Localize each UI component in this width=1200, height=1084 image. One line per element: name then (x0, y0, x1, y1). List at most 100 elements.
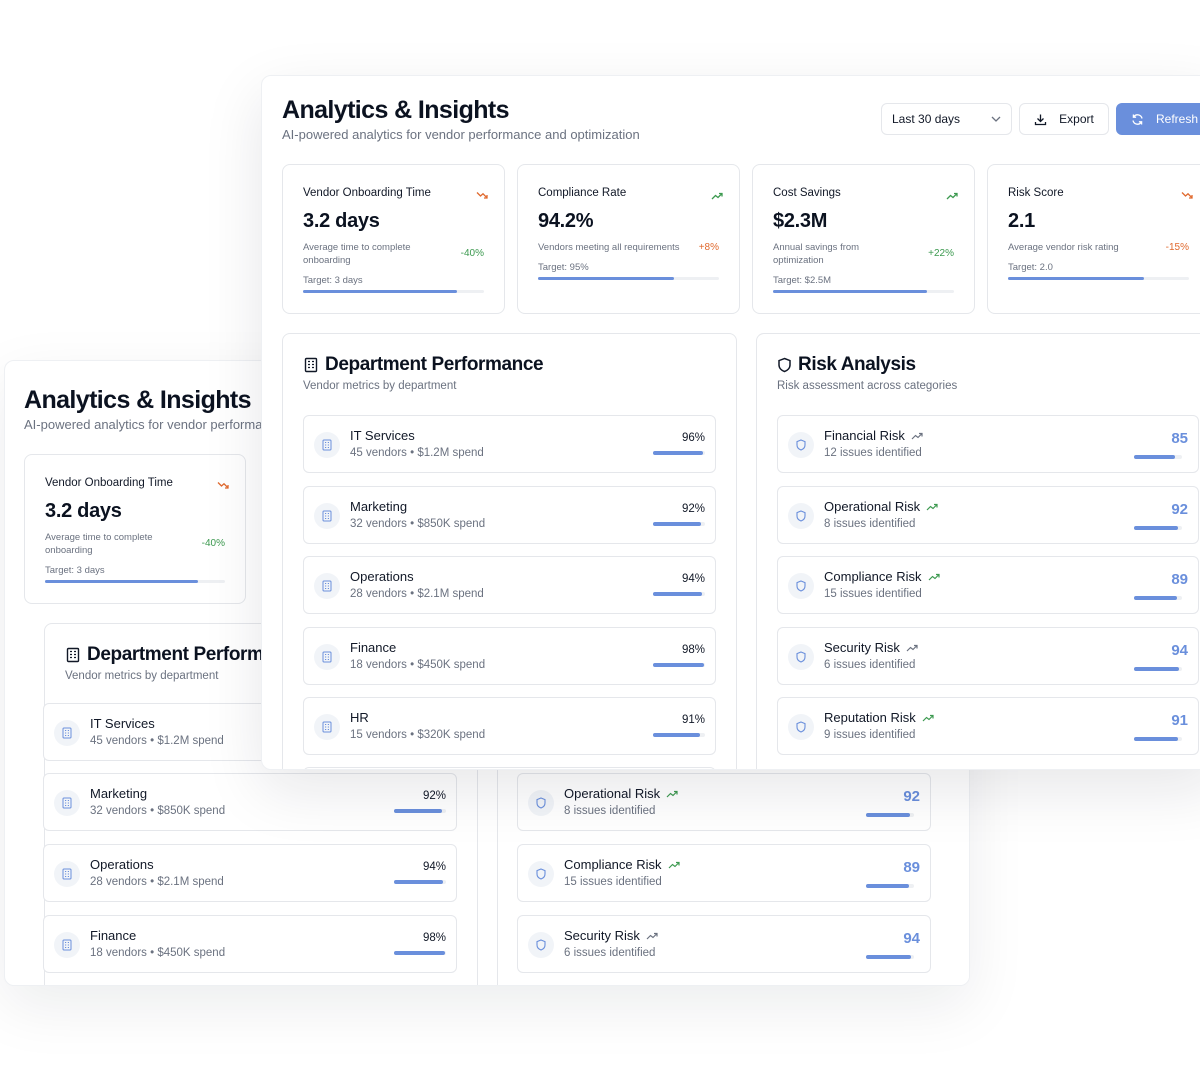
risk-row-compliance[interactable]: Compliance Risk 15 issues identified 89 (777, 556, 1199, 614)
risk-name: Compliance Risk (564, 857, 662, 872)
kpi-value: $2.3M (773, 210, 828, 232)
kpi-description: Average vendor risk rating (1008, 242, 1119, 253)
department-row-finance[interactable]: Finance 18 vendors • $450K spend 98% (303, 627, 716, 685)
risk-score: 94 (903, 930, 920, 947)
risk-row-security[interactable]: Security Risk 6 issues identified 94 (517, 915, 931, 973)
department-meta: 45 vendors • $1.2M spend (90, 735, 224, 747)
department-meta: 28 vendors • $2.1M spend (90, 876, 224, 888)
department-progress-track (394, 880, 446, 884)
risk-row-financial[interactable]: Financial Risk 12 issues identified 85 (777, 415, 1199, 473)
refresh-icon (1131, 113, 1144, 126)
department-percent: 94% (681, 573, 705, 585)
department-progress-fill (653, 522, 701, 526)
trending-down-icon (217, 477, 229, 495)
risk-row-reputation[interactable]: Reputation Risk 9 issues identified 91 (777, 697, 1199, 755)
risk-score: 94 (1171, 642, 1188, 659)
department-row-marketing[interactable]: Marketing 32 vendors • $850K spend 92% (43, 773, 457, 831)
risk-row-operational[interactable]: Operational Risk 8 issues identified 92 (777, 486, 1199, 544)
kpi-progress-fill (1008, 277, 1144, 280)
risk-progress-track (1134, 455, 1182, 459)
trending-up-icon (666, 790, 678, 798)
department-name: Marketing (350, 499, 408, 514)
kpi-progress-fill (773, 290, 927, 293)
department-meta: 32 vendors • $850K spend (90, 805, 226, 817)
header-controls: Last 30 days Export Refresh (881, 103, 1200, 135)
trending-down-icon (476, 187, 488, 205)
risk-row-compliance[interactable]: Compliance Risk 15 issues identified 89 (517, 844, 931, 902)
department-row-operations[interactable]: Operations 28 vendors • $2.1M spend 94% (303, 556, 716, 614)
department-meta: 32 vendors • $850K spend (350, 518, 486, 530)
shield-icon (528, 932, 554, 958)
kpi-card-compliance-rate: Compliance Rate 94.2% Vendors meeting al… (517, 164, 740, 314)
kpi-target: Target: $2.5M (773, 275, 832, 286)
trending-up-icon (646, 932, 658, 940)
risk-progress-track (1134, 667, 1182, 671)
risk-progress-fill (1134, 455, 1175, 459)
kpi-description: Average time to complete onboarding (45, 532, 153, 556)
kpi-title: Risk Score (1008, 187, 1064, 199)
page-subtitle: AI-powered analytics for vendor performa… (282, 127, 640, 142)
building-icon (314, 432, 340, 458)
department-progress-fill (394, 809, 442, 813)
department-percent: 98% (422, 932, 446, 944)
risk-name: Security Risk (824, 640, 900, 655)
kpi-value: 94.2% (538, 210, 594, 232)
trending-up-icon (668, 861, 680, 869)
risk-score: 92 (1171, 501, 1188, 518)
kpi-description: Vendors meeting all requirements (538, 242, 680, 253)
department-row-hr[interactable]: HR 15 vendors • $320K spend 91% (303, 697, 716, 755)
kpi-change: -40% (201, 538, 225, 549)
building-icon (314, 573, 340, 599)
kpi-progress-track (773, 290, 954, 293)
department-meta: 45 vendors • $1.2M spend (350, 447, 484, 459)
risk-progress-fill (1134, 737, 1178, 741)
kpi-target: Target: 3 days (303, 275, 363, 286)
trending-up-icon (906, 644, 918, 652)
risk-name: Reputation Risk (824, 710, 916, 725)
department-name: Marketing (90, 786, 148, 801)
department-name: IT Services (90, 716, 155, 731)
export-button[interactable]: Export (1019, 103, 1109, 135)
shield-icon (788, 503, 814, 529)
kpi-value: 3.2 days (45, 500, 122, 522)
kpi-value: 3.2 days (303, 210, 380, 232)
panel-title: Risk Analysis (798, 354, 916, 375)
risk-name-wrap: Operational Risk (564, 786, 678, 801)
department-progress-fill (653, 663, 704, 667)
kpi-target: Target: 3 days (45, 565, 105, 576)
department-row-it-services[interactable]: IT Services 45 vendors • $1.2M spend 96% (303, 415, 716, 473)
screenshot-stage: Analytics & Insights AI-powered analytic… (0, 0, 1200, 1084)
risk-score: 89 (1171, 571, 1188, 588)
building-icon (54, 720, 80, 746)
kpi-progress-track (303, 290, 484, 293)
refresh-label: Refresh (1156, 112, 1199, 126)
refresh-button[interactable]: Refresh (1116, 103, 1200, 135)
department-meta: 15 vendors • $320K spend (350, 729, 486, 741)
department-row-operations[interactable]: Operations 28 vendors • $2.1M spend 94% (43, 844, 457, 902)
shield-icon (788, 432, 814, 458)
department-row-finance[interactable]: Finance 18 vendors • $450K spend 98% (43, 915, 457, 973)
department-percent: 96% (681, 432, 705, 444)
risk-progress-track (1134, 526, 1182, 530)
risk-name-wrap: Security Risk (564, 928, 658, 943)
risk-row-security[interactable]: Security Risk 6 issues identified 94 (777, 627, 1199, 685)
trending-up-icon (922, 714, 934, 722)
risk-progress-track (866, 955, 914, 959)
risk-progress-track (1134, 596, 1182, 600)
department-meta: 28 vendors • $2.1M spend (350, 588, 484, 600)
shield-icon (788, 644, 814, 670)
date-range-select[interactable]: Last 30 days (881, 103, 1012, 135)
panel-subtitle: Risk assessment across categories (777, 380, 958, 392)
kpi-description: Average time to complete onboarding (303, 242, 411, 266)
department-percent: 92% (422, 790, 446, 802)
department-name: Operations (350, 569, 414, 584)
shield-icon (788, 573, 814, 599)
department-name: HR (350, 710, 369, 725)
department-percent: 91% (681, 714, 705, 726)
risk-meta: 15 issues identified (564, 876, 662, 888)
shield-icon (788, 714, 814, 740)
kpi-progress-track (1008, 277, 1189, 280)
department-row-marketing[interactable]: Marketing 32 vendors • $850K spend 92% (303, 486, 716, 544)
risk-progress-fill (866, 955, 912, 959)
risk-row-operational[interactable]: Operational Risk 8 issues identified 92 (517, 773, 931, 831)
